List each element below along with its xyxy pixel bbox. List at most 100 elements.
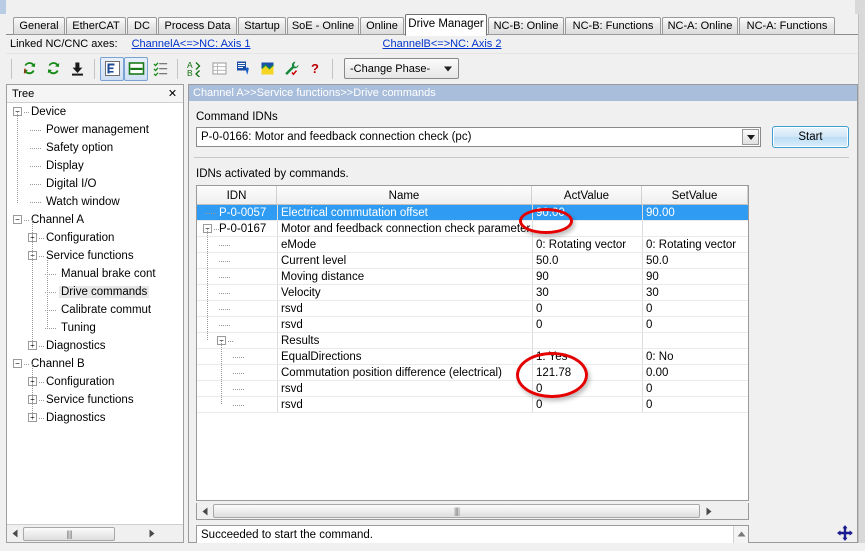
tree-panel-header: Tree ✕ xyxy=(7,85,183,103)
cell-name: Motor and feedback connection check para… xyxy=(277,221,532,237)
cell-idn: P-0-0057 xyxy=(197,205,277,221)
tree-item-drive-commands[interactable]: Drive commands xyxy=(7,283,183,301)
grid-horizontal-scrollbar[interactable]: |||| xyxy=(196,503,749,520)
tree-item-power-management[interactable]: Power management xyxy=(7,121,183,139)
table-row[interactable]: rsvd 0 0 xyxy=(197,397,748,413)
tree-item-tuning[interactable]: Tuning xyxy=(7,319,183,337)
tab-online[interactable]: Online xyxy=(360,17,404,35)
tab-process-data[interactable]: Process Data xyxy=(158,17,237,35)
table-row[interactable]: eMode 0: Rotating vector 0: Rotating vecto… xyxy=(197,237,748,253)
tree-scroll-thumb[interactable]: |||| xyxy=(23,526,115,541)
cell-name: Velocity xyxy=(277,285,532,301)
tree-item-service-functions[interactable]: +Service functions xyxy=(7,391,183,409)
window-top-strip xyxy=(0,0,865,14)
scroll-up-icon[interactable] xyxy=(734,527,749,542)
wrench-icon[interactable] xyxy=(279,57,303,81)
table-row[interactable]: Velocity 30 30 xyxy=(197,285,748,301)
tree-item-label: Tuning xyxy=(61,322,96,334)
tree-item-device[interactable]: −Device xyxy=(7,103,183,121)
refresh-icon[interactable] xyxy=(41,57,65,81)
table-row[interactable]: EqualDirections 1: Yes 0: No xyxy=(197,349,748,365)
table-row[interactable]: Moving distance 90 90 xyxy=(197,269,748,285)
chevron-down-icon[interactable] xyxy=(742,129,759,145)
move-handle-icon[interactable] xyxy=(836,524,854,542)
tree-item-watch-window[interactable]: Watch window xyxy=(7,193,183,211)
import-icon[interactable] xyxy=(255,57,279,81)
tree-item-configuration[interactable]: +Configuration xyxy=(7,373,183,391)
scroll-left-icon[interactable] xyxy=(197,503,213,519)
tree-item-calibrate-commut[interactable]: Calibrate commut xyxy=(7,301,183,319)
table-row[interactable]: Commutation position difference (electri… xyxy=(197,365,748,381)
tree-item-label: Manual brake cont xyxy=(61,268,156,280)
tab-nc-a-functions[interactable]: NC-A: Functions xyxy=(739,17,835,35)
idn-grid[interactable]: IDN Name ActValue SetValue P-0-0057 Electric… xyxy=(196,185,749,501)
tab-soe-online[interactable]: SoE - Online xyxy=(287,17,359,35)
main-content-panel: Channel A>>Service functions>>Drive comm… xyxy=(188,84,858,551)
tree-list[interactable]: −DevicePower managementSafety optionDisp… xyxy=(7,103,183,524)
link-channel-a-axis[interactable]: ChannelA<=>NC: Axis 1 xyxy=(132,38,251,50)
tree-view-icon[interactable] xyxy=(100,56,124,81)
table-row[interactable]: P-0-0057 Electrical commutation offset 90.… xyxy=(197,205,748,221)
svg-text:B: B xyxy=(187,68,193,77)
grid-scroll-thumb[interactable]: |||| xyxy=(213,504,700,518)
grid-column-header-idn[interactable]: IDN xyxy=(197,186,277,205)
change-phase-dropdown[interactable]: -Change Phase- xyxy=(344,58,459,79)
svg-text:?: ? xyxy=(311,61,319,76)
scroll-right-icon[interactable] xyxy=(700,503,716,519)
reload-error-icon[interactable]: I xyxy=(17,57,41,81)
command-idns-dropdown[interactable]: P-0-0166: Motor and feedback connection … xyxy=(196,127,761,147)
tree-item-diagnostics[interactable]: +Diagnostics xyxy=(7,337,183,355)
tree-item-label: Diagnostics xyxy=(46,340,106,352)
table-row[interactable]: −Results xyxy=(197,333,748,349)
tree-item-label: Watch window xyxy=(46,196,120,208)
table-row[interactable]: rsvd 0 0 xyxy=(197,317,748,333)
cell-idn: − xyxy=(197,333,277,349)
tab-label: General xyxy=(19,19,59,32)
start-button[interactable]: Start xyxy=(772,126,849,148)
grid-column-header-name[interactable]: Name xyxy=(277,186,532,205)
table-row[interactable]: −P-0-0167Motor and feedback connection c… xyxy=(197,221,748,237)
tree-horizontal-scrollbar[interactable]: |||| xyxy=(7,524,183,542)
help-icon[interactable]: ? xyxy=(303,57,327,81)
scroll-right-icon[interactable] xyxy=(143,526,159,542)
tab-nc-a-online[interactable]: NC-A: Online xyxy=(662,17,738,35)
table-row[interactable]: Current level 50.0 50.0 xyxy=(197,253,748,269)
table-icon[interactable] xyxy=(207,57,231,81)
tab-nc-b-functions[interactable]: NC-B: Functions xyxy=(565,17,661,35)
tab-general[interactable]: General xyxy=(13,17,65,35)
tab-nc-b-online[interactable]: NC-B: Online xyxy=(488,17,564,35)
tab-label: DC xyxy=(134,19,150,32)
tree-item-display[interactable]: Display xyxy=(7,157,183,175)
checklist-icon[interactable] xyxy=(148,57,172,81)
tree-item-service-functions[interactable]: −Service functions xyxy=(7,247,183,265)
tab-drive-manager[interactable]: Drive Manager xyxy=(405,14,487,36)
tab-dc[interactable]: DC xyxy=(127,17,157,35)
grid-column-header-actvalue[interactable]: ActValue xyxy=(532,186,642,205)
split-view-icon[interactable] xyxy=(124,56,148,81)
table-row[interactable]: rsvd 0 0 xyxy=(197,381,748,397)
divider xyxy=(194,157,849,158)
sort-ab-icon[interactable]: A B xyxy=(183,57,207,81)
tree-item-manual-brake-cont[interactable]: Manual brake cont xyxy=(7,265,183,283)
cell-name: Results xyxy=(277,333,532,349)
collapse-icon[interactable]: − xyxy=(13,359,22,368)
collapse-icon[interactable]: − xyxy=(13,215,22,224)
tree-item-diagnostics[interactable]: +Diagnostics xyxy=(7,409,183,427)
download-icon[interactable] xyxy=(65,57,89,81)
tree-item-safety-option[interactable]: Safety option xyxy=(7,139,183,157)
link-channel-b-axis[interactable]: ChannelB<=>NC: Axis 2 xyxy=(383,38,502,50)
tree-item-channel-b[interactable]: − Channel B xyxy=(7,355,183,373)
tree-item-digital-i-o[interactable]: Digital I/O xyxy=(7,175,183,193)
scroll-left-icon[interactable] xyxy=(7,526,23,542)
tree-item-configuration[interactable]: +Configuration xyxy=(7,229,183,247)
cell-actvalue: 0: Rotating vector xyxy=(532,237,642,253)
tree-item-channel-a[interactable]: − Channel A xyxy=(7,211,183,229)
tab-ethercat[interactable]: EtherCAT xyxy=(66,17,126,35)
close-icon[interactable]: ✕ xyxy=(166,87,179,100)
status-message-text: Succeeded to start the command. xyxy=(201,529,373,541)
tree-connector xyxy=(233,389,244,390)
table-row[interactable]: rsvd 0 0 xyxy=(197,301,748,317)
tab-startup[interactable]: Startup xyxy=(238,17,286,35)
export-down-icon[interactable] xyxy=(231,57,255,81)
grid-column-header-setvalue[interactable]: SetValue xyxy=(642,186,748,205)
